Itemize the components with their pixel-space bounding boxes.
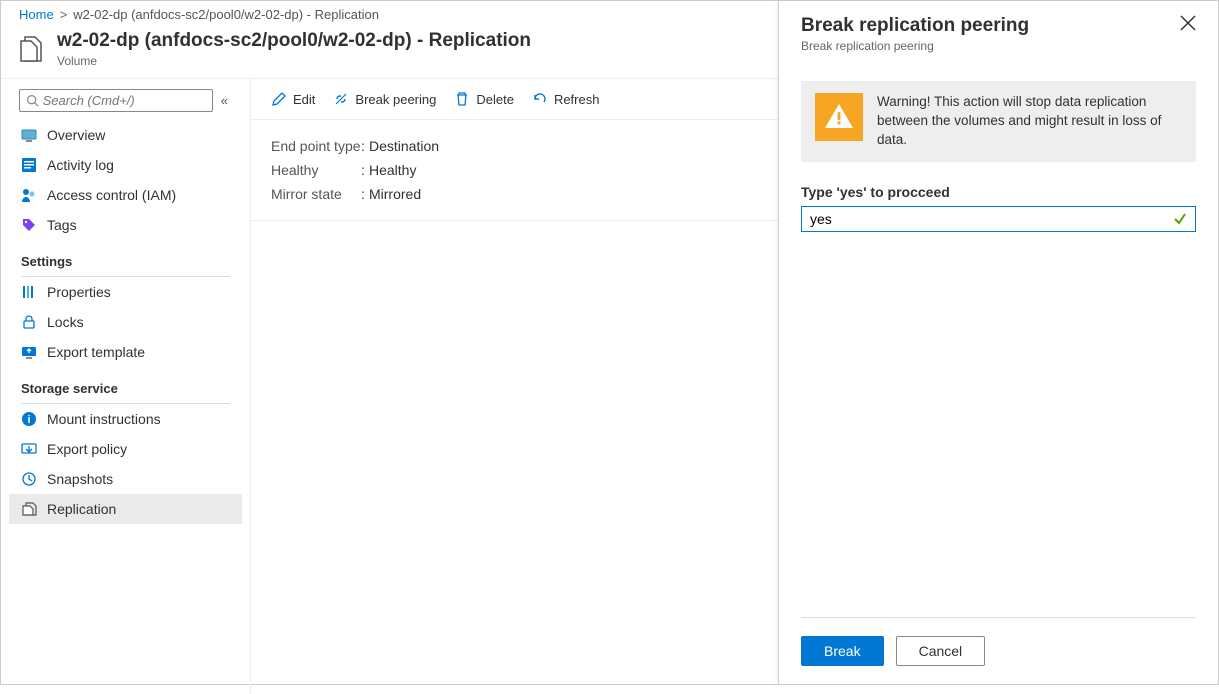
checkmark-icon — [1173, 212, 1187, 226]
sidebar-item-mount[interactable]: i Mount instructions — [9, 404, 242, 434]
export-template-icon — [21, 344, 37, 360]
sidebar-item-label: Export policy — [47, 441, 127, 457]
prop-mirror-key: Mirror state — [271, 186, 361, 202]
break-button[interactable]: Break — [801, 636, 884, 666]
sidebar-item-activity-log[interactable]: Activity log — [9, 150, 242, 180]
sidebar-header-storage: Storage service — [9, 373, 242, 400]
delete-icon — [454, 91, 470, 107]
search-input[interactable] — [43, 93, 206, 108]
prop-mirror-val: Mirrored — [369, 186, 421, 202]
sidebar-item-label: Access control (IAM) — [47, 187, 176, 203]
confirm-label: Type 'yes' to procceed — [801, 184, 1196, 200]
cmd-label: Delete — [476, 92, 514, 107]
sidebar-item-label: Locks — [47, 314, 84, 330]
edit-button[interactable]: Edit — [271, 91, 315, 107]
panel-subtitle: Break replication peering — [801, 39, 1029, 53]
svg-text:i: i — [27, 414, 30, 426]
properties-icon — [21, 284, 37, 300]
chevron-right-icon: > — [60, 7, 68, 22]
page-subtitle: Volume — [57, 54, 531, 68]
replication-icon — [21, 501, 37, 517]
overview-icon — [21, 127, 37, 143]
sidebar-item-properties[interactable]: Properties — [9, 277, 242, 307]
sidebar-item-label: Tags — [47, 217, 77, 233]
prop-healthy-val: Healthy — [369, 162, 416, 178]
info-icon: i — [21, 411, 37, 427]
sidebar-item-snapshots[interactable]: Snapshots — [9, 464, 242, 494]
tags-icon — [21, 217, 37, 233]
cmd-label: Edit — [293, 92, 315, 107]
edit-icon — [271, 91, 287, 107]
sidebar-item-locks[interactable]: Locks — [9, 307, 242, 337]
sidebar-item-label: Snapshots — [47, 471, 113, 487]
cmd-label: Refresh — [554, 92, 600, 107]
panel-title: Break replication peering — [801, 15, 1029, 37]
delete-button[interactable]: Delete — [454, 91, 514, 107]
confirm-input[interactable] — [810, 211, 1173, 227]
sidebar-item-tags[interactable]: Tags — [9, 210, 242, 240]
cancel-button[interactable]: Cancel — [896, 636, 986, 666]
collapse-sidebar-button[interactable]: « — [217, 89, 232, 112]
sidebar-item-label: Replication — [47, 501, 116, 517]
break-replication-panel: Break replication peering Break replicat… — [778, 1, 1218, 684]
export-policy-icon — [21, 441, 37, 457]
prop-endpoint-key: End point type — [271, 138, 361, 154]
sidebar-item-label: Activity log — [47, 157, 114, 173]
sidebar-item-overview[interactable]: Overview — [9, 120, 242, 150]
refresh-button[interactable]: Refresh — [532, 91, 600, 107]
lock-icon — [21, 314, 37, 330]
break-peering-button[interactable]: Break peering — [333, 91, 436, 107]
sidebar-item-label: Overview — [47, 127, 105, 143]
volume-icon — [19, 35, 45, 63]
search-icon — [26, 94, 39, 107]
warning-icon — [815, 93, 863, 141]
page-title: w2-02-dp (anfdocs-sc2/pool0/w2-02-dp) - … — [57, 30, 531, 52]
cmd-label: Break peering — [355, 92, 436, 107]
close-icon[interactable] — [1180, 15, 1196, 31]
warning-text: Warning! This action will stop data repl… — [877, 93, 1182, 150]
sidebar-item-label: Properties — [47, 284, 111, 300]
break-peering-icon — [333, 91, 349, 107]
snapshots-icon — [21, 471, 37, 487]
confirm-input-wrapper[interactable] — [801, 206, 1196, 232]
sidebar-header-settings: Settings — [9, 246, 242, 273]
sidebar-item-export-template[interactable]: Export template — [9, 337, 242, 367]
sidebar-item-iam[interactable]: Access control (IAM) — [9, 180, 242, 210]
activity-log-icon — [21, 157, 37, 173]
breadcrumb-current: w2-02-dp (anfdocs-sc2/pool0/w2-02-dp) - … — [73, 7, 379, 22]
iam-icon — [21, 187, 37, 203]
sidebar-item-label: Mount instructions — [47, 411, 161, 427]
breadcrumb-home[interactable]: Home — [19, 7, 54, 22]
sidebar: « Overview Activity log Access control (… — [1, 79, 251, 694]
search-input-wrapper[interactable] — [19, 89, 213, 112]
refresh-icon — [532, 91, 548, 107]
sidebar-item-export-policy[interactable]: Export policy — [9, 434, 242, 464]
prop-endpoint-val: Destination — [369, 138, 439, 154]
warning-box: Warning! This action will stop data repl… — [801, 81, 1196, 162]
prop-healthy-key: Healthy — [271, 162, 361, 178]
sidebar-item-replication[interactable]: Replication — [9, 494, 242, 524]
sidebar-item-label: Export template — [47, 344, 145, 360]
